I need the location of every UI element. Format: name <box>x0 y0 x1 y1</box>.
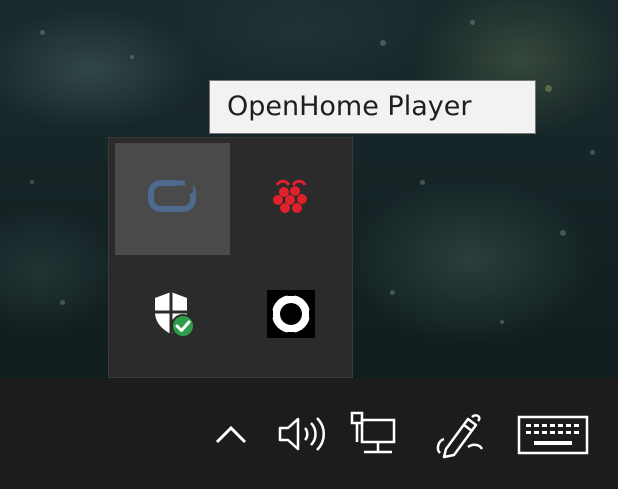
pen-icon <box>432 409 488 465</box>
ring-lens-icon <box>264 287 318 345</box>
tooltip: OpenHome Player <box>209 80 536 134</box>
openhome-player-icon <box>145 177 201 221</box>
tray-item-raspberry[interactable] <box>233 143 348 255</box>
tray-item-windows-security[interactable] <box>115 260 230 372</box>
volume-button[interactable] <box>275 414 331 458</box>
tray-item-openhome-player[interactable] <box>115 143 230 255</box>
network-icon <box>346 410 400 464</box>
show-hidden-icons-button[interactable] <box>210 416 252 456</box>
keyboard-icon <box>516 414 590 460</box>
network-button[interactable] <box>344 411 402 463</box>
windows-security-icon <box>145 286 201 346</box>
tray-overflow-flyout <box>108 137 353 378</box>
raspberry-icon <box>267 177 315 221</box>
speaker-icon <box>276 414 330 458</box>
touch-keyboard-button[interactable] <box>514 414 592 460</box>
windows-ink-button[interactable] <box>430 410 490 464</box>
chevron-up-icon <box>213 422 249 450</box>
tray-item-ring-lens[interactable] <box>233 260 348 372</box>
taskbar <box>0 378 618 489</box>
